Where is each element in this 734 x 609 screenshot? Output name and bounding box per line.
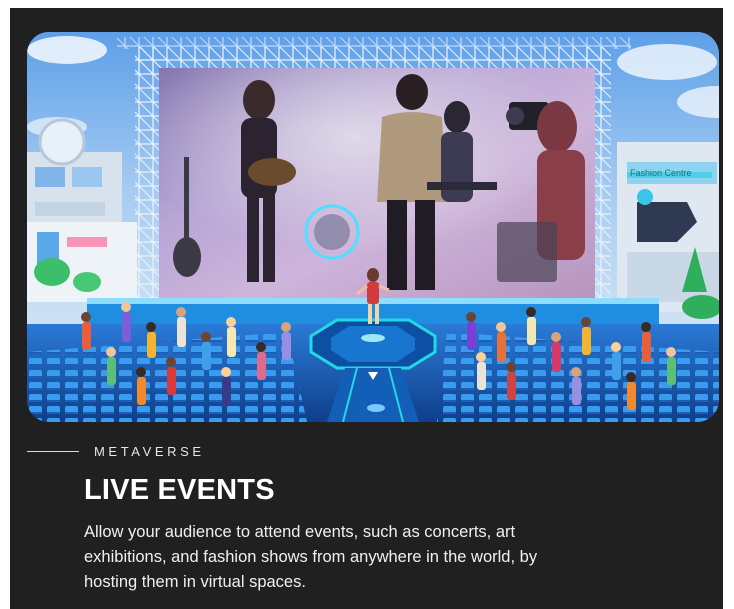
section-eyebrow: METAVERSE (94, 443, 205, 459)
sign-text: Fashion Centre (630, 168, 692, 178)
live-events-card: Fashion Centre METAVERSE LIVE EVENTS All… (10, 8, 723, 609)
section-description: Allow your audience to attend events, su… (84, 523, 538, 591)
eyebrow-row: METAVERSE (27, 442, 205, 460)
section-title: LIVE EVENTS (84, 474, 275, 506)
virtual-concert-scene-image: Fashion Centre (27, 32, 719, 422)
eyebrow-divider (27, 450, 79, 452)
